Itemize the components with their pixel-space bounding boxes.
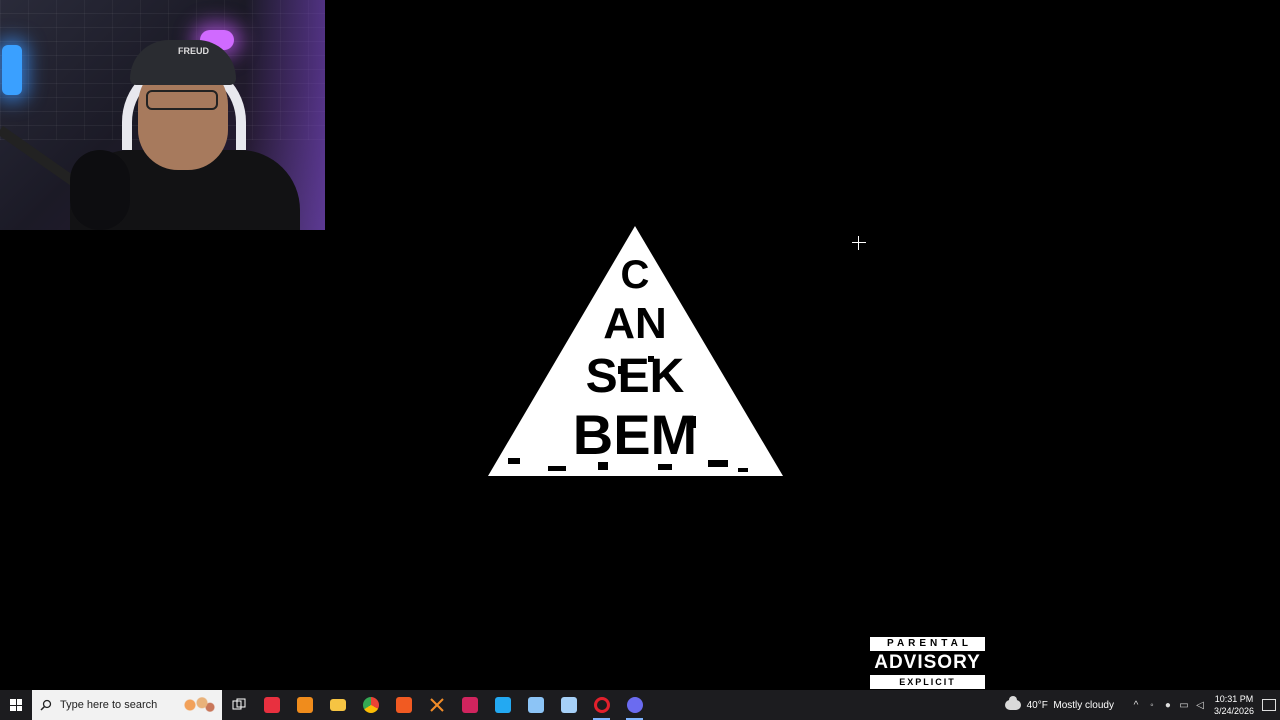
taskbar-app-note[interactable] [519, 690, 552, 720]
taskbar: Type here to search 40°F Mostly cloudy ^… [0, 690, 1280, 720]
glasses [146, 90, 218, 110]
taskbar-brave[interactable] [387, 690, 420, 720]
app-orange-icon [296, 697, 313, 713]
chrome-icon [362, 697, 379, 713]
advisory-bottom: EXPLICIT CONTENT [899, 677, 956, 687]
brave-icon [395, 697, 412, 713]
note-app-icon [527, 697, 544, 713]
start-button[interactable] [0, 690, 32, 720]
app-red-a-icon [263, 697, 280, 713]
folder-icon [329, 699, 346, 711]
triangle-logo: C AN SEK BEM [488, 226, 783, 476]
system-tray: 40°F Mostly cloudy ^ ◦ ● ▭ ◁ 10:31 PM 3/… [1004, 690, 1280, 720]
taskbar-app-active[interactable] [618, 690, 651, 720]
taskbar-app-x[interactable] [420, 690, 453, 720]
search-placeholder: Type here to search [60, 699, 158, 711]
neon-light-blue [2, 45, 22, 95]
device-icon[interactable]: ◦ [1144, 690, 1160, 720]
weather-widget[interactable]: 40°F Mostly cloudy [1004, 696, 1114, 711]
webcam-overlay: FREUD [0, 0, 325, 230]
notification-icon[interactable] [1262, 699, 1276, 711]
opera-icon [593, 697, 610, 713]
search-icon [40, 699, 52, 711]
taskbar-vscode[interactable] [486, 690, 519, 720]
cap-text: FREUD [178, 46, 209, 56]
search-box[interactable]: Type here to search [32, 690, 222, 720]
logo-graphic: C AN SEK BEM [488, 226, 783, 476]
volume-icon[interactable]: ◁ [1192, 690, 1208, 720]
clock[interactable]: 10:31 PM 3/24/2026 [1214, 693, 1254, 717]
windows-icon [10, 699, 22, 711]
taskbar-app-red-a[interactable] [255, 690, 288, 720]
weather-condition: Mostly cloudy [1053, 699, 1114, 711]
logo-line-4: BEM [573, 403, 697, 466]
microphone [70, 150, 130, 230]
logo-line-1: C [621, 253, 650, 297]
chevron-up-icon[interactable]: ^ [1128, 690, 1144, 720]
mouse-crosshair [852, 236, 866, 250]
taskbar-app-magenta[interactable] [453, 690, 486, 720]
advisory-middle: ADVISORY [870, 651, 985, 675]
logo-line-2: AN [603, 299, 667, 348]
clock-time: 10:31 PM [1214, 694, 1254, 704]
advisory-top: PARENTAL [887, 638, 972, 649]
taskbar-app-orange[interactable] [288, 690, 321, 720]
network-icon[interactable]: ▭ [1176, 690, 1192, 720]
logo-line-3: SEK [586, 350, 685, 403]
taskbar-opera[interactable] [585, 690, 618, 720]
taskbar-file-explorer[interactable] [321, 690, 354, 720]
parental-advisory-label: PARENTAL ADVISORY EXPLICIT CONTENT [870, 637, 985, 689]
active-app-icon [626, 697, 643, 713]
doc-app-icon [560, 697, 577, 713]
task-view-button[interactable] [222, 690, 255, 720]
microphone-icon[interactable]: ● [1160, 690, 1176, 720]
search-highlight-icon [178, 694, 218, 716]
weather-temp: 40°F [1026, 699, 1048, 711]
cloud-icon [1004, 696, 1021, 710]
clock-date: 3/24/2026 [1213, 706, 1254, 716]
vscode-icon [494, 697, 511, 713]
x-app-icon [429, 698, 444, 712]
app-magenta-icon [461, 697, 478, 713]
taskbar-chrome[interactable] [354, 690, 387, 720]
task-view-icon [232, 698, 245, 710]
taskbar-app-doc[interactable] [552, 690, 585, 720]
